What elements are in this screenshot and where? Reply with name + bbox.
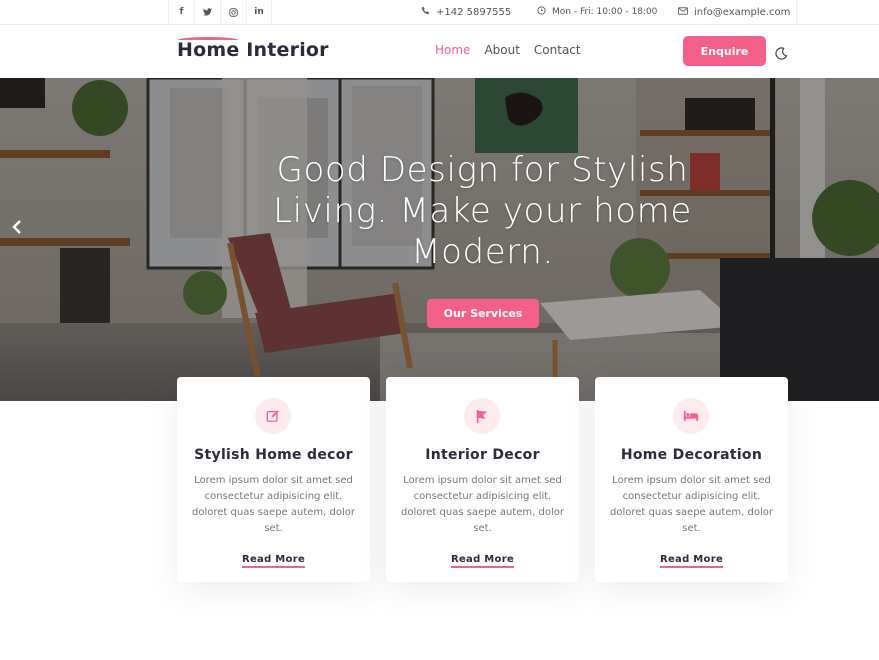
- read-more-link[interactable]: Read More: [241, 554, 306, 568]
- moon-icon[interactable]: [775, 45, 788, 60]
- email-contact[interactable]: info@example.com: [678, 0, 790, 24]
- main-nav: Home About Contact: [435, 43, 581, 57]
- service-card: Stylish Home decor Lorem ipsum dolor sit…: [177, 377, 370, 582]
- card-title: Home Decoration: [620, 447, 763, 463]
- phone-contact: +142 5897555: [421, 0, 511, 24]
- card-title: Stylish Home decor: [194, 447, 353, 463]
- site-logo[interactable]: Home Interior: [177, 39, 329, 61]
- bed-icon: [673, 398, 709, 434]
- hours-contact: Mon - Fri: 10:00 - 18:00: [537, 0, 657, 24]
- nav-home[interactable]: Home: [435, 43, 470, 57]
- clock-icon: [537, 6, 546, 18]
- instagram-icon[interactable]: [220, 0, 246, 24]
- service-card: Interior Decor Lorem ipsum dolor sit ame…: [386, 377, 579, 582]
- our-services-button[interactable]: Our Services: [427, 299, 539, 328]
- phone-number: +142 5897555: [436, 6, 512, 18]
- chevron-left-icon[interactable]: [4, 214, 30, 240]
- email-address[interactable]: info@example.com: [694, 7, 790, 18]
- twitter-icon[interactable]: [194, 0, 220, 24]
- nav-about[interactable]: About: [484, 43, 519, 57]
- nav-contact[interactable]: Contact: [534, 43, 581, 57]
- opening-hours: Mon - Fri: 10:00 - 18:00: [552, 7, 658, 17]
- facebook-icon[interactable]: f: [168, 0, 194, 24]
- divider: [796, 0, 797, 24]
- edit-icon: [255, 398, 291, 434]
- top-bar: f in +142 5897555 Mon - Fri: 10:00 - 18:…: [0, 0, 879, 25]
- card-text: Lorem ipsum dolor sit amet sed consectet…: [610, 475, 773, 534]
- social-links: f in: [168, 0, 272, 24]
- card-text: Lorem ipsum dolor sit amet sed consectet…: [401, 475, 564, 534]
- card-text: Lorem ipsum dolor sit amet sed consectet…: [192, 475, 355, 534]
- enquire-button[interactable]: Enquire: [683, 36, 766, 66]
- read-more-link[interactable]: Read More: [659, 554, 724, 568]
- envelope-icon: [678, 6, 688, 18]
- main-header: Home Interior Home About Contact Enquire: [0, 25, 879, 78]
- flag-icon: [464, 398, 500, 434]
- service-card: Home Decoration Lorem ipsum dolor sit am…: [595, 377, 788, 582]
- phone-icon: [421, 6, 430, 18]
- read-more-link[interactable]: Read More: [450, 554, 515, 568]
- hero-title: Good Design for Stylish Living. Make you…: [273, 150, 692, 272]
- card-title: Interior Decor: [425, 447, 540, 463]
- linkedin-icon[interactable]: in: [246, 0, 272, 24]
- hero-slider: Good Design for Stylish Living. Make you…: [0, 78, 879, 401]
